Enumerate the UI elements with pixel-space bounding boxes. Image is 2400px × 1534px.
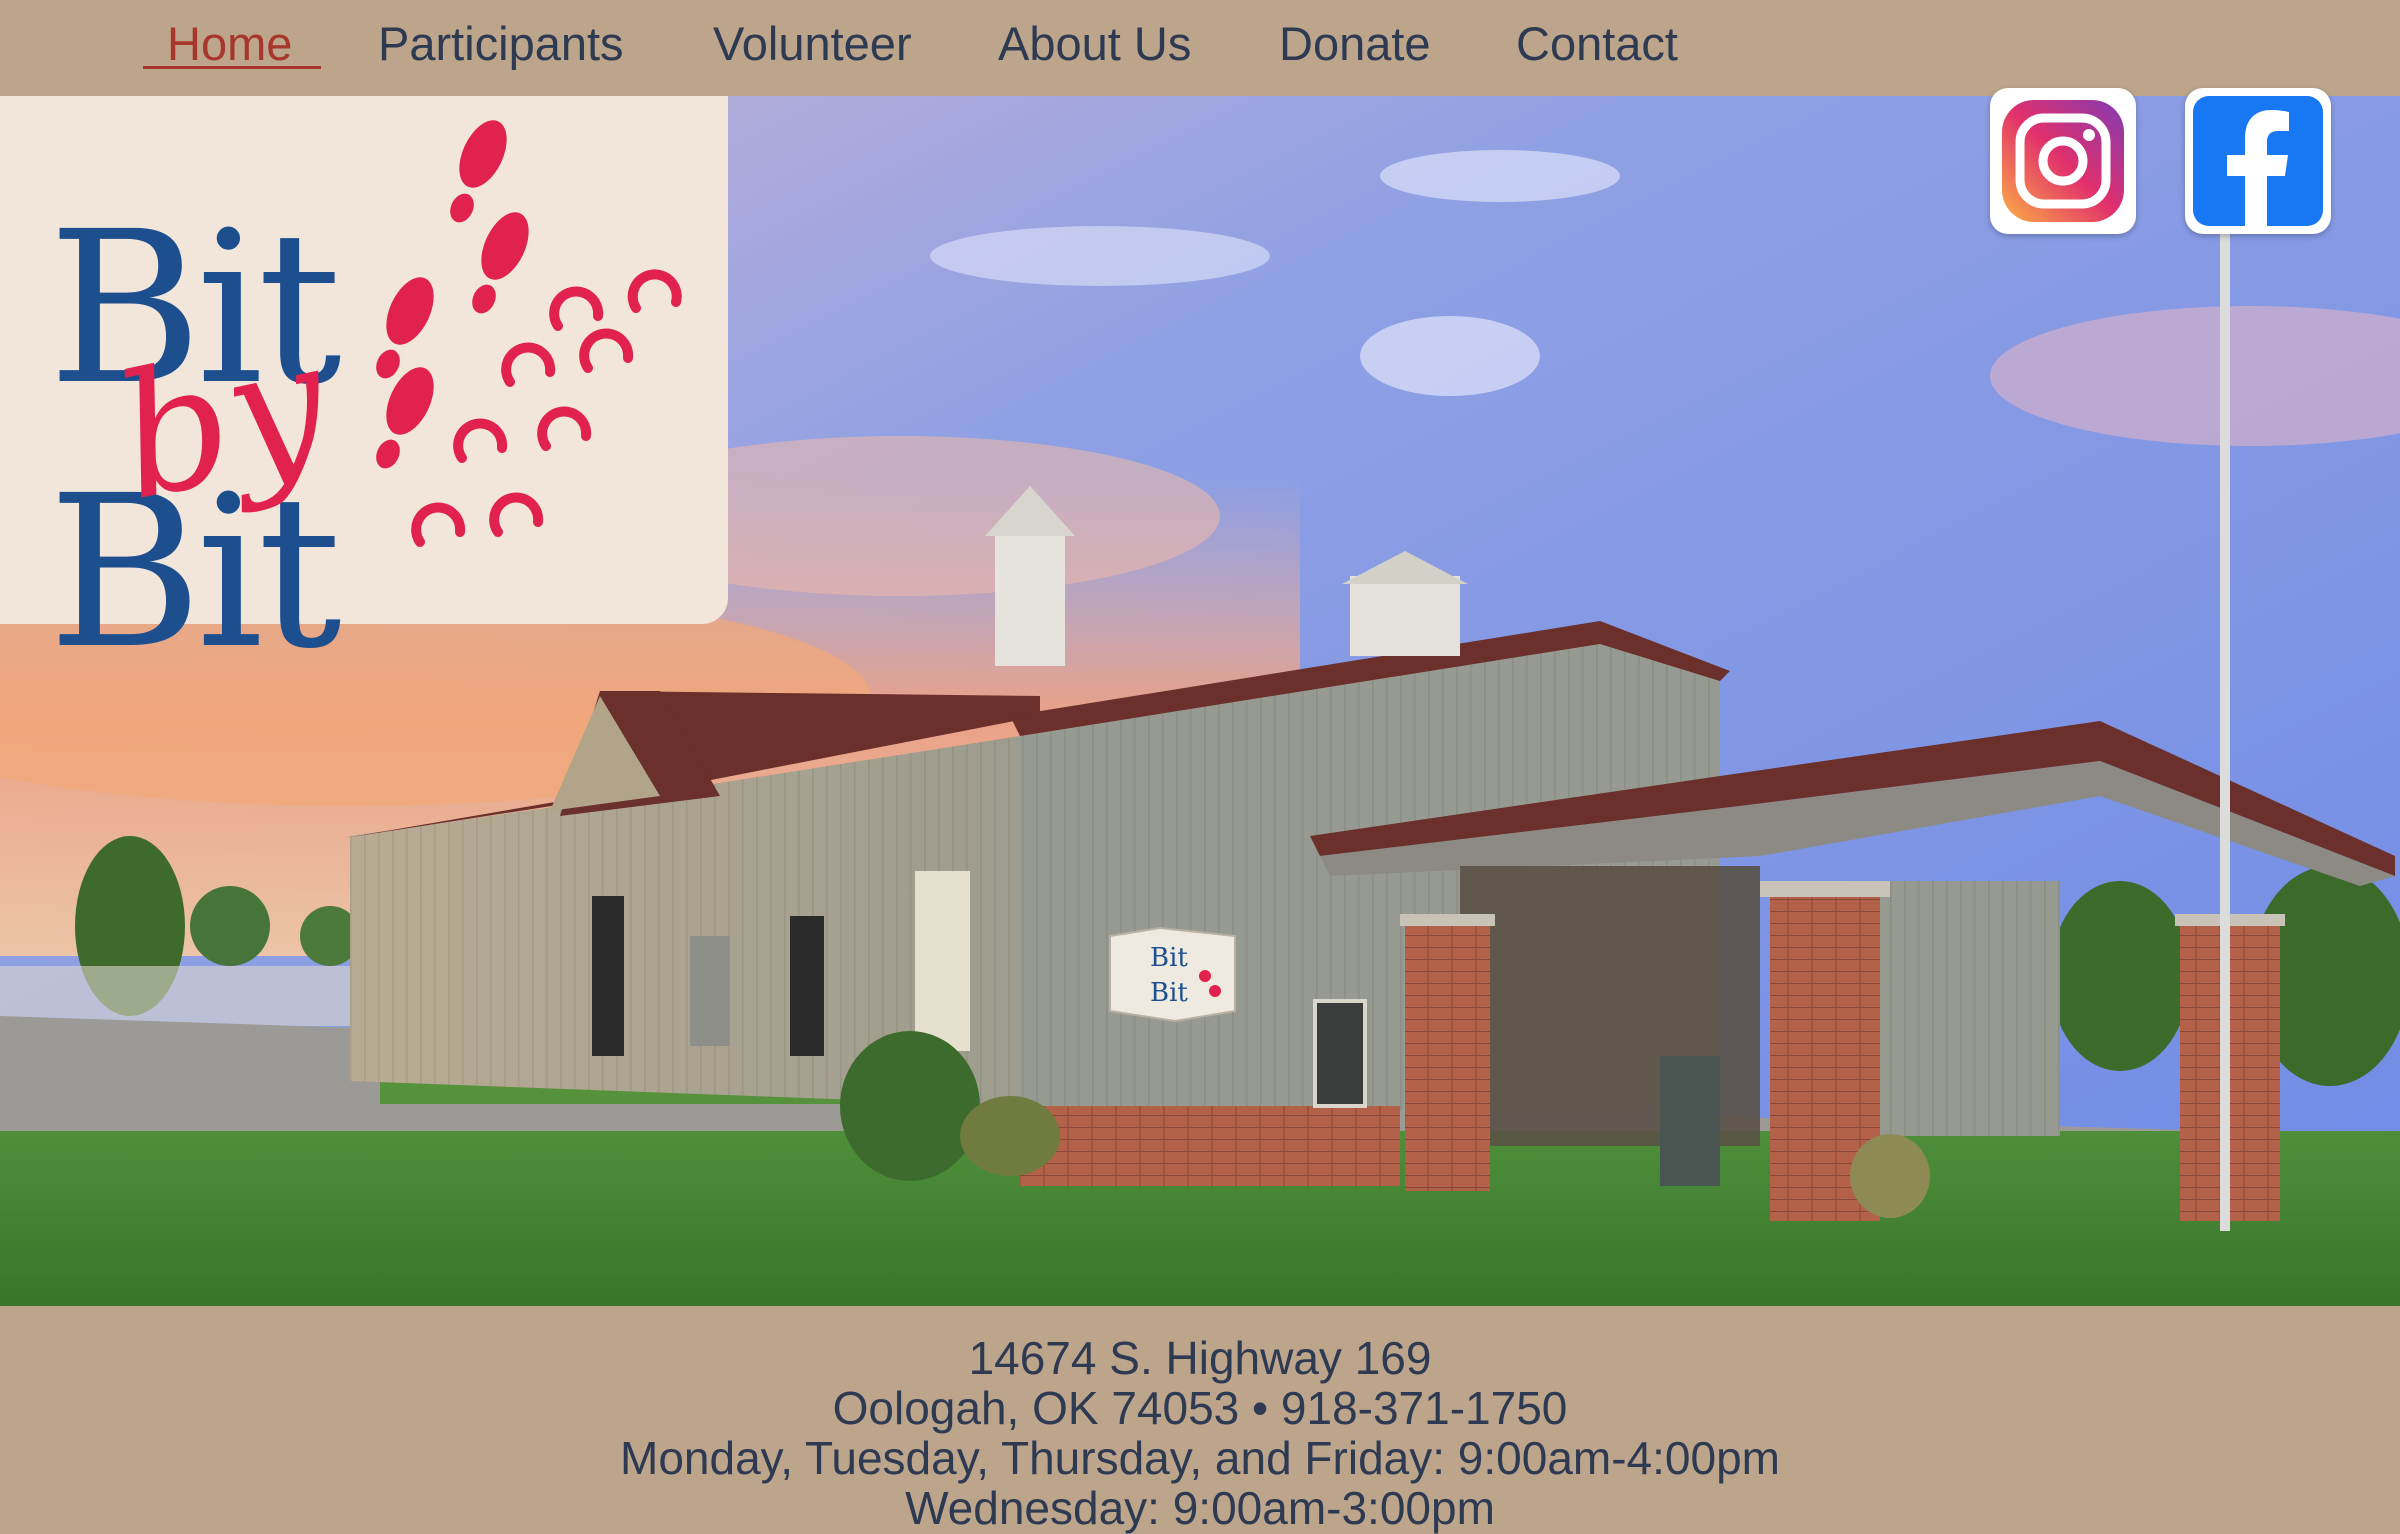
- footer-hours-wednesday: Wednesday: 9:00am-3:00pm: [905, 1482, 1495, 1534]
- nav-participants-link[interactable]: Participants: [378, 16, 624, 72]
- main-nav: Home Participants Volunteer About Us Don…: [0, 0, 2400, 96]
- hero-sign-bit-bottom: Bit: [1150, 978, 1188, 1008]
- facebook-button[interactable]: [2185, 88, 2331, 234]
- contact-footer: 14674 S. Highway 169 Oologah, OK 74053 •…: [0, 1306, 2400, 1534]
- footprints-icon: [376, 120, 682, 547]
- logo[interactable]: Bit Bit by: [0, 96, 728, 678]
- hero-sign-bit-top: Bit: [1150, 943, 1188, 973]
- footer-hours: Monday, Tuesday, Thursday, and Friday: 9…: [620, 1432, 1780, 1484]
- nav-about-link[interactable]: About Us: [998, 16, 1191, 72]
- facebook-icon: [2193, 96, 2323, 226]
- nav-donate-link[interactable]: Donate: [1279, 16, 1431, 72]
- footer-city-phone: Oologah, OK 74053 • 918-371-1750: [832, 1382, 1568, 1434]
- nav-contact-link[interactable]: Contact: [1516, 16, 1678, 72]
- instagram-button[interactable]: [1990, 88, 2136, 234]
- nav-active-underline: [143, 66, 321, 69]
- nav-home-link[interactable]: Home: [167, 16, 292, 72]
- nav-volunteer-link[interactable]: Volunteer: [713, 16, 912, 72]
- instagram-icon: [2002, 100, 2124, 222]
- footer-address: 14674 S. Highway 169: [968, 1332, 1432, 1384]
